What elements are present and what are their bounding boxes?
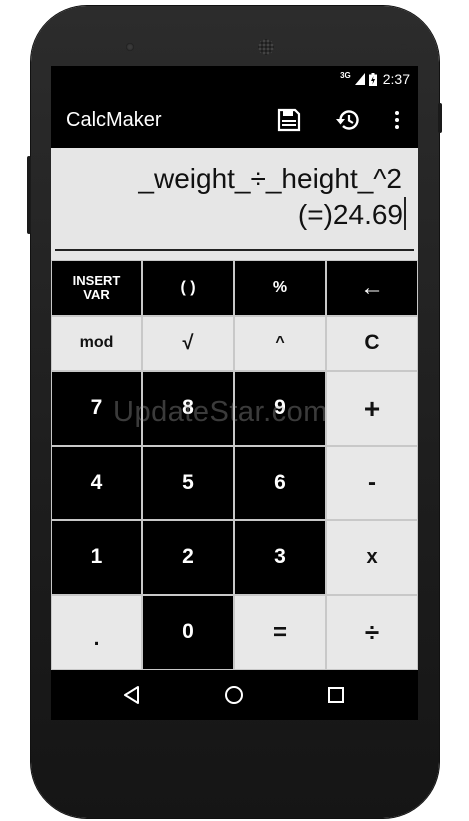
proximity-sensor-icon	[401, 44, 407, 50]
status-icons: 3G 2:37	[340, 70, 410, 88]
result-text: (=)24.69	[297, 199, 403, 230]
keypad: INSERT VAR( )% ← mod √ ^ C 7 8 9 +4 5 6- 1 2 3 x. 0 = ÷	[51, 260, 418, 670]
sqrt-key[interactable]: √	[142, 316, 234, 371]
text-cursor	[404, 197, 406, 231]
insert-var-key[interactable]: INSERT VAR	[51, 260, 142, 316]
signal-icon	[354, 73, 365, 85]
clear-key[interactable]: C	[326, 316, 418, 371]
digit-9-key[interactable]: 9	[234, 371, 326, 446]
expression-text: _weight_÷_height_^2	[138, 163, 402, 194]
percent-key[interactable]: %	[234, 260, 326, 316]
equals-key[interactable]: =	[234, 595, 326, 670]
decimal-point-key[interactable]: .	[51, 595, 142, 670]
plus-key[interactable]: +	[326, 371, 418, 446]
digit-3-key[interactable]: 3	[234, 520, 326, 595]
status-clock: 2:37	[382, 71, 410, 87]
digit-7-key[interactable]: 7	[51, 371, 142, 446]
app-bar: CalcMaker	[51, 92, 418, 148]
back-icon[interactable]	[117, 680, 147, 710]
navigation-bar	[51, 670, 418, 720]
status-bar: 3G 2:37	[51, 66, 418, 92]
history-icon[interactable]	[334, 106, 362, 134]
power-button	[438, 103, 442, 133]
digit-4-key[interactable]: 4	[51, 446, 142, 520]
digit-8-key[interactable]: 8	[142, 371, 234, 446]
backspace-key[interactable]: ←	[326, 260, 418, 316]
digit-1-key[interactable]: 1	[51, 520, 142, 595]
mod-key[interactable]: mod	[51, 316, 142, 371]
home-icon[interactable]	[219, 680, 249, 710]
multiply-key[interactable]: x	[326, 520, 418, 595]
digit-0-key[interactable]: 0	[142, 595, 234, 670]
display-divider	[55, 249, 414, 251]
app-title: CalcMaker	[66, 109, 162, 131]
divide-key[interactable]: ÷	[326, 595, 418, 670]
network-type: 3G	[340, 70, 351, 80]
parentheses-key[interactable]: ( )	[142, 260, 234, 316]
overflow-menu-icon[interactable]	[383, 106, 411, 134]
digit-5-key[interactable]: 5	[142, 446, 234, 520]
phone-screen: 3G 2:37 CalcMaker _weight_÷_height_^2 (=…	[51, 66, 418, 720]
battery-icon	[368, 72, 377, 86]
calculator-display[interactable]: _weight_÷_height_^2 (=)24.69	[51, 148, 418, 260]
result-line: (=)24.69	[297, 197, 406, 233]
recents-icon[interactable]	[321, 680, 351, 710]
volume-button	[27, 156, 31, 234]
save-icon[interactable]	[275, 106, 303, 134]
earpiece-speaker-icon	[258, 39, 274, 55]
power-key[interactable]: ^	[234, 316, 326, 371]
front-camera-icon	[126, 43, 134, 51]
digit-2-key[interactable]: 2	[142, 520, 234, 595]
digit-6-key[interactable]: 6	[234, 446, 326, 520]
minus-key[interactable]: -	[326, 446, 418, 520]
